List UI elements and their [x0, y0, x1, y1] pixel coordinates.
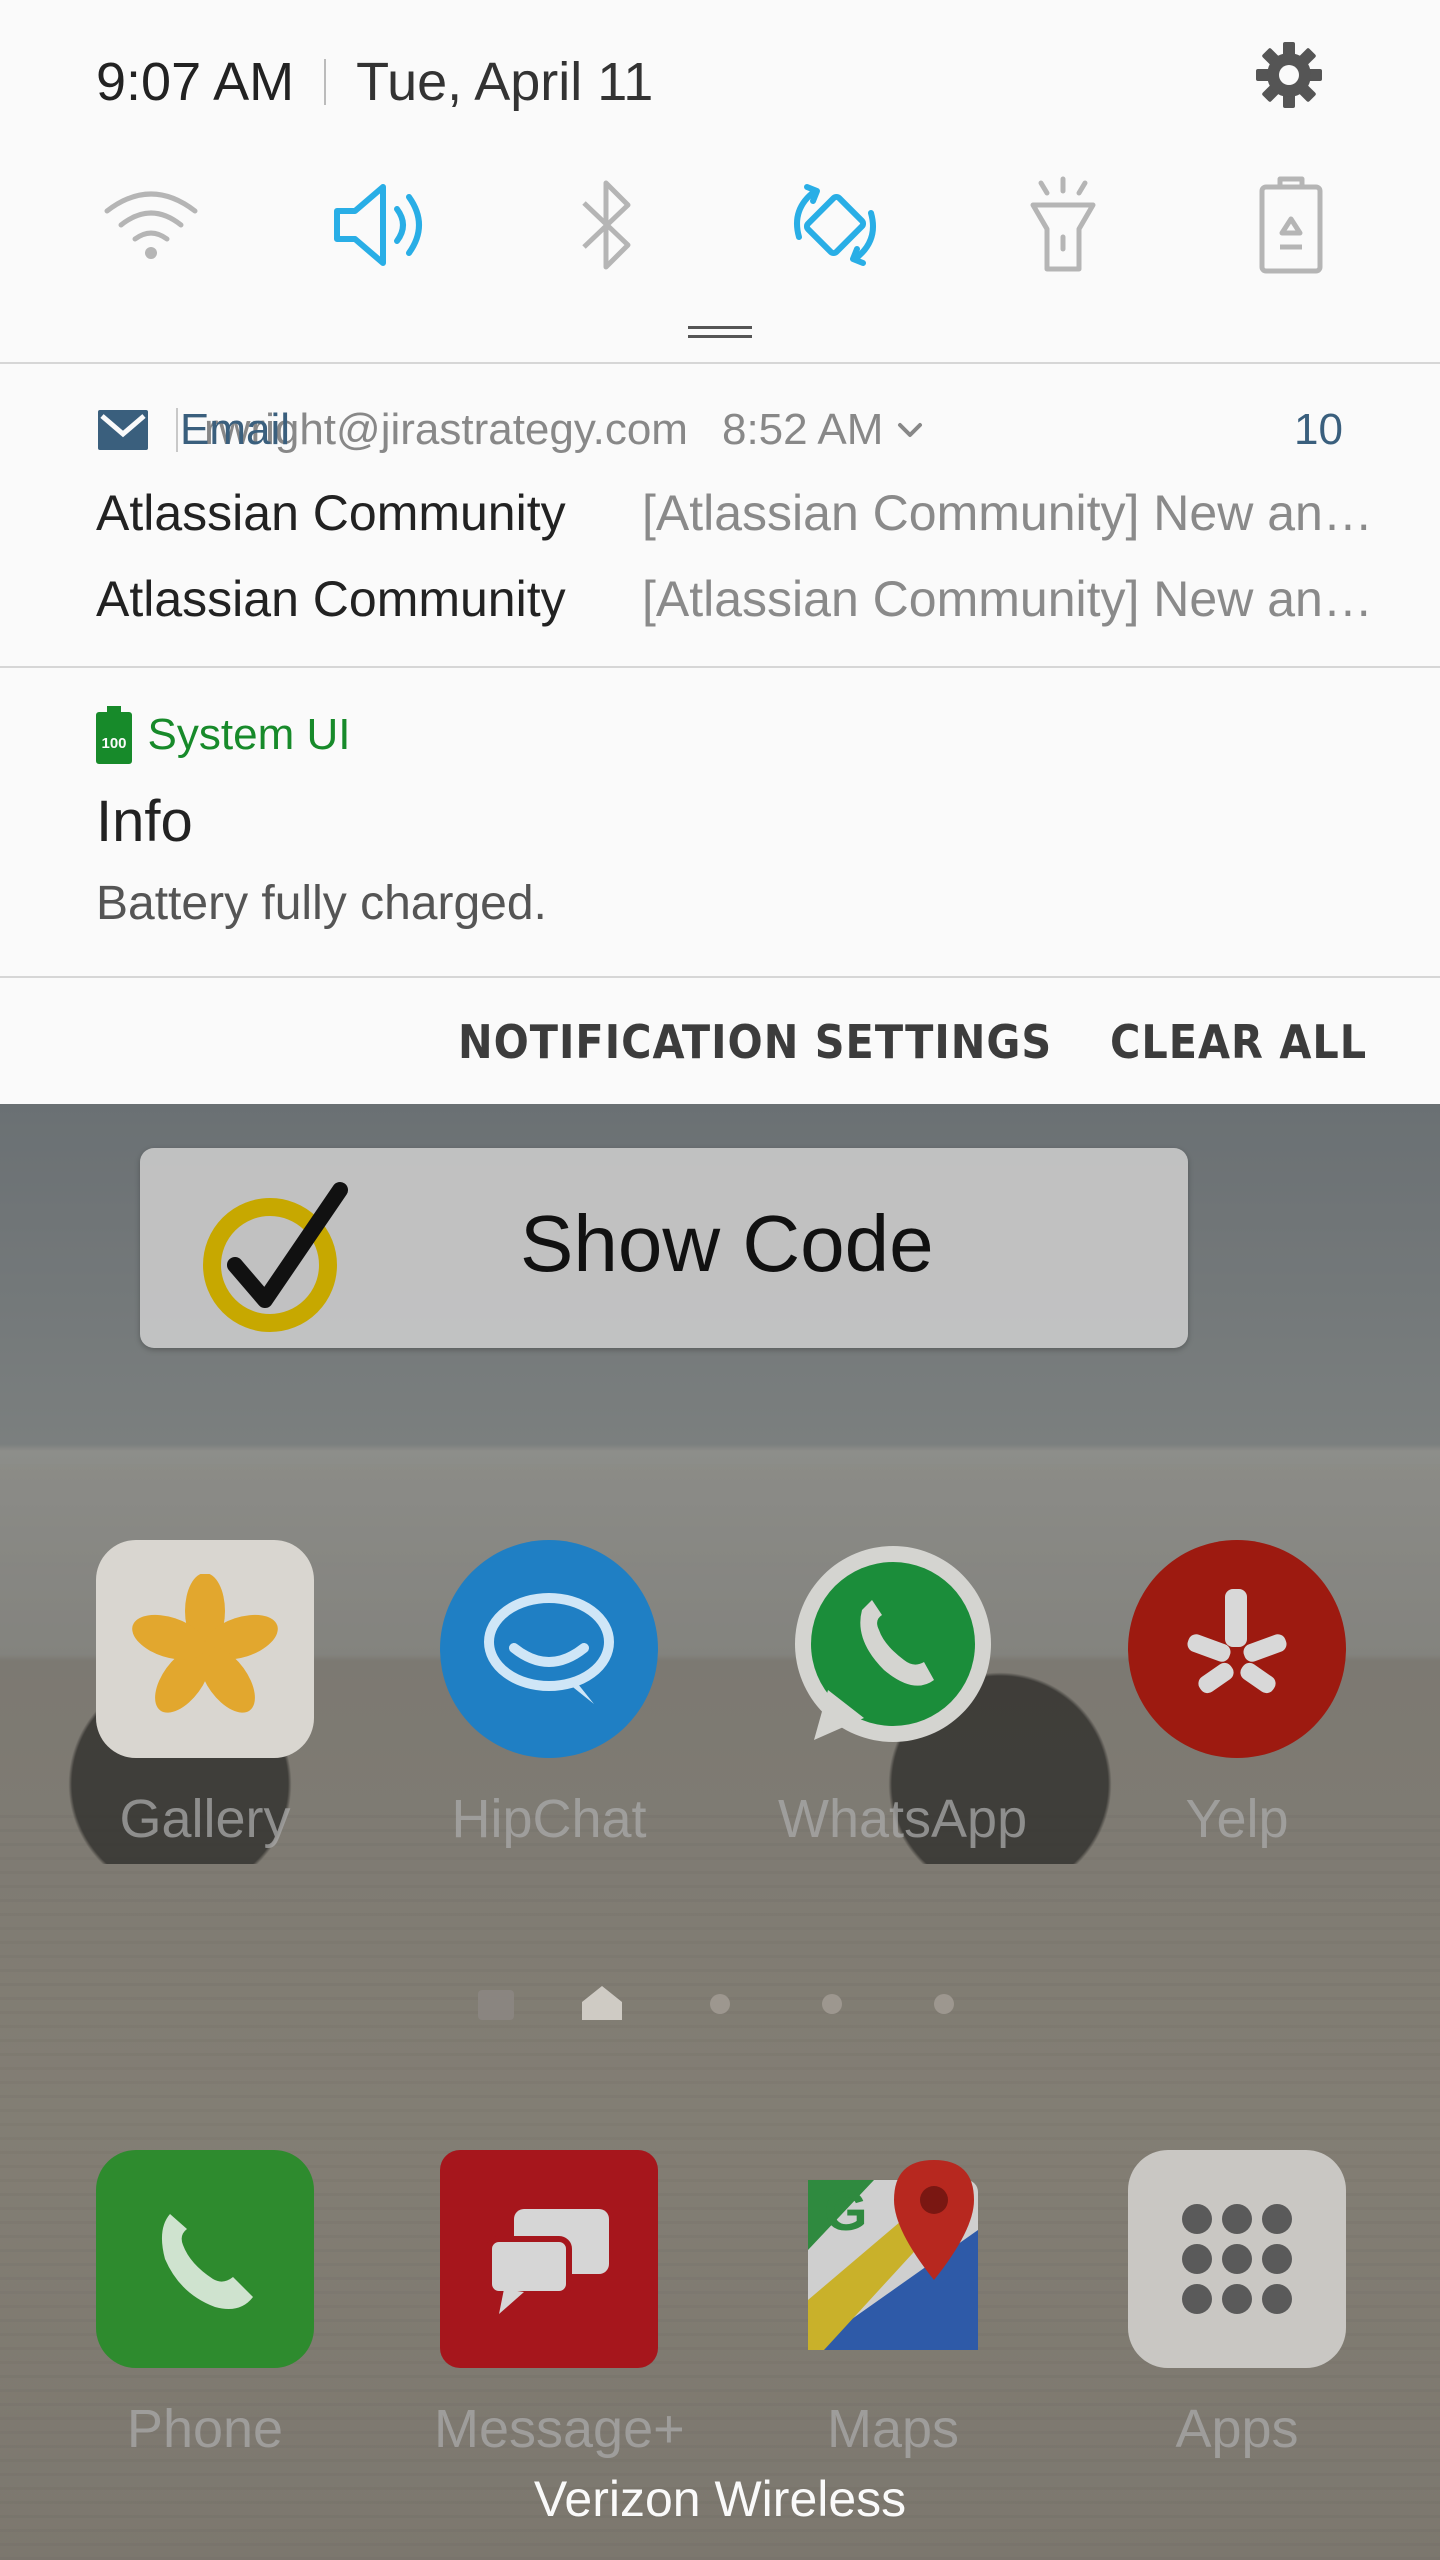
- divider: [0, 362, 1440, 364]
- divider: [0, 666, 1440, 668]
- status-row: 9:07 AM Tue, April 11: [96, 40, 653, 124]
- svg-text:G: G: [824, 2179, 868, 2242]
- app-label-gallery: Gallery: [119, 1789, 291, 1849]
- show-code-label: Show Code: [520, 1199, 934, 1288]
- app-label-phone: Phone: [126, 2399, 284, 2459]
- shade-drag-handle[interactable]: [688, 326, 752, 338]
- status-separator: [324, 59, 327, 105]
- page-indicator-menu: [478, 1990, 514, 2020]
- app-label-whatsapp: WhatsApp: [778, 1789, 1028, 1849]
- whatsapp-icon: [784, 1540, 1002, 1758]
- dock-app-message[interactable]: Message+: [434, 2150, 685, 2460]
- wifi-icon: [104, 191, 198, 259]
- app-label-yelp: Yelp: [1185, 1789, 1289, 1849]
- email-notification-header: Email rwright@jirastrategy.com 8:52 AM: [96, 398, 925, 462]
- app-label-message: Message+: [434, 2399, 685, 2459]
- phone-icon: [96, 2150, 314, 2368]
- flashlight-icon: [1030, 176, 1096, 272]
- battery-level-text: 100: [101, 735, 126, 752]
- battery-full-icon: 100: [96, 706, 132, 764]
- bluetooth-icon: [582, 180, 631, 270]
- email-message-row[interactable]: Atlassian Community [Atlassian Community…: [96, 480, 1396, 546]
- notification-title: Info: [96, 789, 193, 854]
- clear-all-button[interactable]: CLEAR ALL: [1110, 1002, 1367, 1082]
- carrier-label: Verizon Wireless: [533, 2471, 907, 2527]
- toggle-power-saving[interactable]: [1236, 170, 1346, 280]
- app-gallery[interactable]: Gallery: [90, 1540, 320, 1850]
- notification-body: Battery fully charged.: [96, 877, 547, 930]
- app-label-hipchat: HipChat: [451, 1789, 647, 1849]
- email-app-name: Email: [179, 405, 291, 454]
- dock-app-phone[interactable]: Phone: [90, 2150, 320, 2460]
- notification-settings-button[interactable]: NOTIFICATION SETTINGS: [458, 1002, 1052, 1082]
- system-ui-app-name: System UI: [147, 710, 351, 759]
- clock: 9:07 AM: [96, 52, 295, 112]
- chevron-down-icon[interactable]: [895, 415, 925, 445]
- email-time: 8:52 AM: [721, 405, 884, 454]
- battery-recycle-icon: [1259, 176, 1323, 274]
- message-icon: [440, 2150, 658, 2368]
- maps-icon: G: [784, 2150, 1002, 2368]
- gallery-icon: [96, 1540, 314, 1758]
- dock-app-maps[interactable]: G Maps: [778, 2150, 1008, 2460]
- toggle-wifi[interactable]: [96, 170, 206, 280]
- dock-app-apps[interactable]: Apps: [1122, 2150, 1352, 2460]
- email-subject: [Atlassian Community] New answer posted: [642, 485, 1394, 541]
- app-label-maps: Maps: [826, 2399, 960, 2459]
- app-whatsapp[interactable]: WhatsApp: [778, 1540, 1028, 1850]
- email-sender: Atlassian Community: [96, 485, 566, 541]
- norton-check-icon: [203, 1182, 348, 1332]
- rotate-icon: [794, 184, 876, 266]
- page-indicator-home-icon: [582, 1986, 622, 2020]
- email-count-badge: 10: [1294, 405, 1343, 454]
- show-code-widget[interactable]: Show Code: [140, 1148, 1188, 1348]
- email-sender: Atlassian Community: [96, 571, 566, 627]
- notification-shade: 9:07 AM Tue, April 11 Email rwright@jira…: [0, 0, 1440, 1104]
- email-subject: [Atlassian Community] New answer posted: [642, 571, 1394, 627]
- toggle-sound[interactable]: [324, 170, 434, 280]
- app-hipchat[interactable]: HipChat: [434, 1540, 664, 1850]
- toggle-flashlight[interactable]: [1008, 170, 1118, 280]
- email-message-row[interactable]: Atlassian Community [Atlassian Community…: [96, 566, 1396, 632]
- app-label-apps: Apps: [1175, 2399, 1299, 2459]
- apps-grid-icon: [1128, 2150, 1346, 2368]
- yelp-icon: [1128, 1540, 1346, 1758]
- system-ui-notification-header: 100 System UI: [96, 702, 350, 768]
- app-yelp[interactable]: Yelp: [1122, 1540, 1352, 1850]
- quick-settings-toggles: [96, 170, 1356, 280]
- volume-icon: [334, 184, 422, 266]
- toggle-auto-rotate[interactable]: [780, 170, 890, 280]
- toggle-bluetooth[interactable]: [552, 170, 662, 280]
- shade-footer: NOTIFICATION SETTINGS CLEAR ALL: [0, 978, 1440, 1104]
- date: Tue, April 11: [356, 52, 654, 112]
- hipchat-icon: [440, 1540, 658, 1758]
- gear-icon[interactable]: [1254, 40, 1324, 110]
- home-page-indicator[interactable]: [470, 1980, 990, 2030]
